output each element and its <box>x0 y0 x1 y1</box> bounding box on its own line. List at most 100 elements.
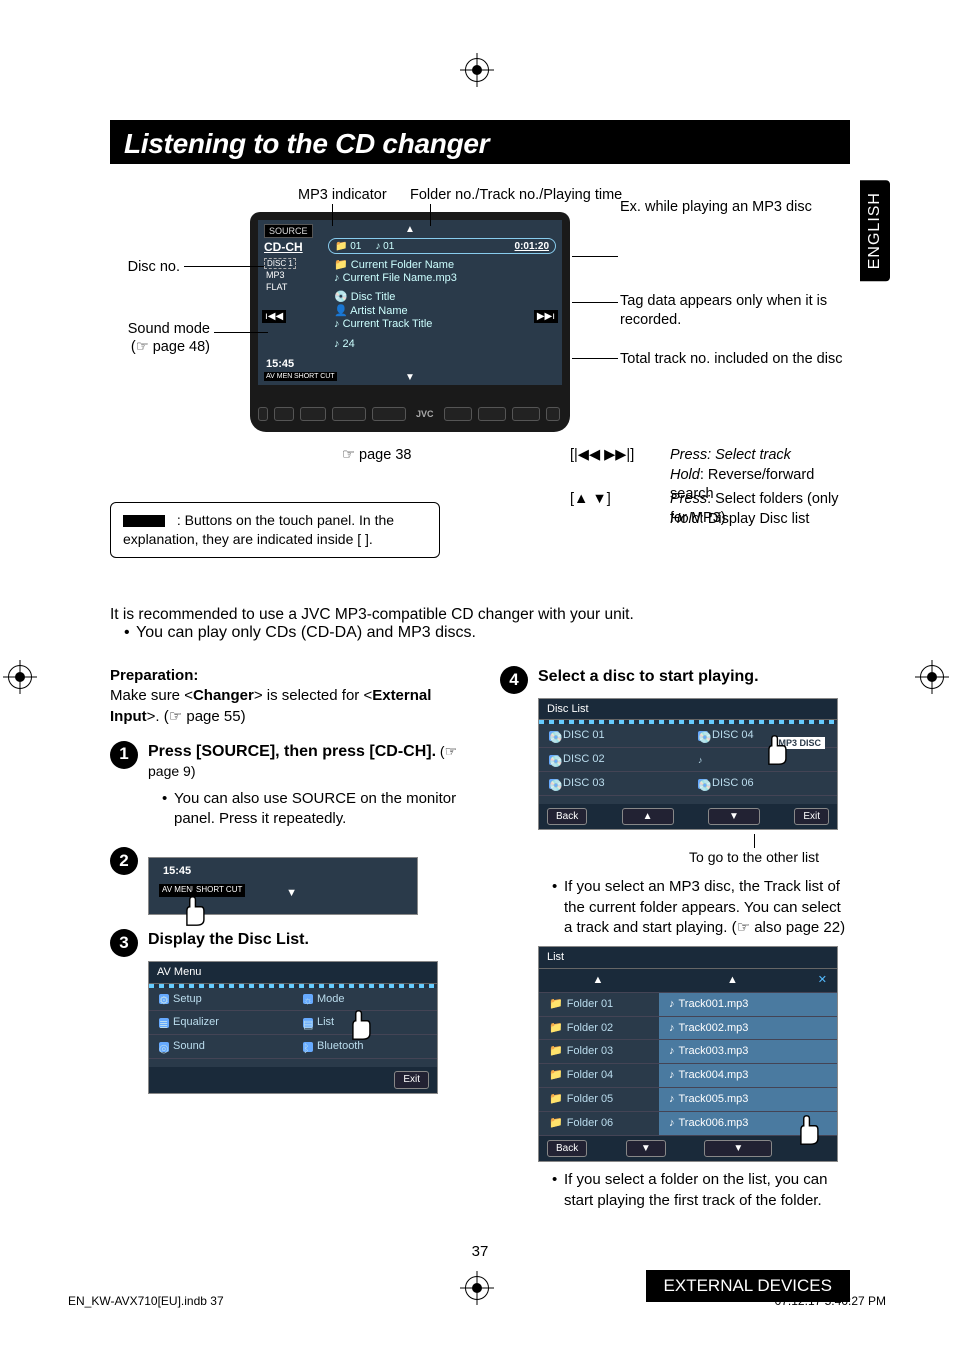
print-registration-mark <box>465 58 489 82</box>
track-number: ♪ 01 <box>375 241 394 252</box>
left-column: Preparation: Make sure <Changer> is sele… <box>110 652 460 1215</box>
shortcut-button[interactable]: SHORT CUT <box>292 372 337 381</box>
track-list-header: List <box>539 947 837 969</box>
disc-icon: 💿 <box>549 731 559 741</box>
scroll-up-button[interactable]: ▲ <box>539 969 657 993</box>
play-time: 0:01:20 <box>515 241 549 252</box>
pointing-hand-icon <box>177 894 211 928</box>
page-title: Listening to the CD changer <box>124 128 836 160</box>
label-sound-mode-ref: (☞ page 48) <box>110 338 210 357</box>
step1-bullet: You can also use SOURCE on the monitor p… <box>162 789 460 830</box>
source-label: CD-CH <box>264 240 303 254</box>
menu-item-equalizer[interactable]: ≣Equalizer <box>149 1011 293 1035</box>
pointing-hand-icon <box>759 733 793 767</box>
updown-symbol: [▲ ▼] <box>570 490 611 509</box>
footer-file: EN_KW-AVX710[EU].indb 37 <box>68 1294 224 1308</box>
list-icon: ▤ <box>303 1018 313 1028</box>
page-content: Listening to the CD changer ENGLISH MP3 … <box>110 120 850 1302</box>
scroll-down-button[interactable]: ▼ <box>704 1140 772 1158</box>
disc-item[interactable]: 💿DISC 01 <box>539 724 688 748</box>
hw-button[interactable] <box>332 407 366 421</box>
folder-name-line: 📁 Current Folder Name <box>334 258 454 271</box>
leader-line <box>572 358 618 359</box>
hw-button[interactable] <box>478 407 506 421</box>
step-number: 3 <box>110 929 138 957</box>
step-4: 4 Select a disc to start playing. Disc L… <box>500 666 850 1215</box>
hw-button[interactable] <box>546 407 560 421</box>
scroll-down-button[interactable]: ▼ <box>708 808 760 826</box>
folder-item[interactable]: 📁 Folder 01 <box>539 993 659 1017</box>
down-arrow-icon[interactable]: ▼ <box>286 886 297 901</box>
prev-track-button[interactable]: ı◀◀ <box>262 310 286 323</box>
leader-line <box>754 834 755 848</box>
label-folder-track-time: Folder no./Track no./Playing time <box>410 186 622 205</box>
back-button[interactable]: Back <box>547 1140 587 1158</box>
exit-button[interactable]: Exit <box>794 808 829 826</box>
title-bar: Listening to the CD changer <box>110 120 850 164</box>
leader-line <box>572 302 618 303</box>
track-item[interactable]: ♪ Track004.mp3 <box>659 1064 837 1088</box>
label-page38: ☞ page 38 <box>342 446 411 465</box>
bluetooth-icon: ᛒ <box>303 1042 313 1052</box>
menu-item-sound[interactable]: ◎Sound <box>149 1035 293 1059</box>
scroll-up-button[interactable]: ▲ <box>657 969 808 993</box>
disc-icon: 💿 <box>698 731 708 741</box>
disc-list-header: Disc List <box>539 699 837 721</box>
brand-logo: JVC <box>416 409 434 419</box>
step3-title: Display the Disc List. <box>148 929 460 951</box>
label-ex-mp3: Ex. while playing an MP3 disc <box>620 198 812 217</box>
touch-panel-note: : Buttons on the touch panel. In the exp… <box>110 502 440 558</box>
back-button[interactable]: Back <box>547 808 587 826</box>
clock: 15:45 <box>266 358 294 370</box>
hw-button[interactable] <box>372 407 406 421</box>
playback-info-bar: 📁 01 ♪ 01 0:01:20 <box>328 238 556 254</box>
next-track-button[interactable]: ▶▶ı <box>534 310 558 323</box>
preparation-heading: Preparation: <box>110 666 460 686</box>
av-menu-screenshot: AV Menu ⚙Setup ☼Mode ≣Equalizer ▤List ◎S… <box>148 961 438 1094</box>
track-item[interactable]: ♪ Track005.mp3 <box>659 1088 837 1112</box>
folder-item[interactable]: 📁 Folder 04 <box>539 1064 659 1088</box>
track-item[interactable]: ♪ Track002.mp3 <box>659 1017 837 1041</box>
folder-item[interactable]: 📁 Folder 02 <box>539 1017 659 1041</box>
hw-button[interactable] <box>300 407 326 421</box>
hw-button[interactable] <box>512 407 540 421</box>
disc-item[interactable]: 💿DISC 03 <box>539 772 688 796</box>
step-number: 4 <box>500 666 528 694</box>
device-screenshot: SOURCE ▲ CD-CH 📁 01 ♪ 01 0:01:20 DISC 1 … <box>250 212 570 432</box>
step4-title: Select a disc to start playing. <box>538 666 850 688</box>
hw-button[interactable] <box>444 407 472 421</box>
disc-icon: 💿 <box>549 779 559 789</box>
hw-button[interactable] <box>274 407 294 421</box>
track-item[interactable]: ♪ Track003.mp3 <box>659 1040 837 1064</box>
disc-item[interactable]: 💿DISC 02 <box>539 748 688 772</box>
scroll-up-button[interactable]: ▲ <box>622 808 674 826</box>
track-title-line: ♪ Current Track Title <box>334 318 432 330</box>
disc-icon: 💿 <box>698 779 708 789</box>
swatch-icon <box>123 515 165 527</box>
label-sound-mode: Sound mode <box>110 320 210 339</box>
step-3: 3 Display the Disc List. AV Menu ⚙Setup … <box>110 929 460 1093</box>
folder-item[interactable]: 📁 Folder 03 <box>539 1040 659 1064</box>
file-name-line: ♪ Current File Name.mp3 <box>334 272 457 284</box>
up-arrow-icon[interactable]: ▲ <box>405 224 415 235</box>
disc-item[interactable]: 💿DISC 06 <box>688 772 837 796</box>
device-screen: SOURCE ▲ CD-CH 📁 01 ♪ 01 0:01:20 DISC 1 … <box>258 220 562 385</box>
step-2: 2 15:45 AV MENU SHORT CUT ▼ <box>110 847 460 915</box>
updown-hold: Hold: Display Disc list <box>670 510 809 529</box>
folder-item[interactable]: 📁 Folder 05 <box>539 1088 659 1112</box>
print-registration-mark <box>8 665 32 689</box>
down-arrow-icon[interactable]: ▼ <box>405 372 415 383</box>
menu-item-setup[interactable]: ⚙Setup <box>149 988 293 1012</box>
other-list-label: To go to the other list <box>689 849 819 865</box>
hw-button[interactable] <box>258 407 268 421</box>
track-item[interactable]: ♪ Track001.mp3 <box>659 993 837 1017</box>
disc-icon: 💿 <box>549 755 559 765</box>
scroll-down-button[interactable]: ▼ <box>626 1140 666 1158</box>
prev-next-symbol: [|◀◀ ▶▶|] <box>570 446 634 465</box>
mode-icon: ☼ <box>303 994 313 1004</box>
close-button[interactable]: ✕ <box>808 969 837 993</box>
folder-item[interactable]: 📁 Folder 06 <box>539 1112 659 1136</box>
page-number: 37 <box>110 1243 850 1260</box>
exit-button[interactable]: Exit <box>394 1071 429 1089</box>
source-button[interactable]: SOURCE <box>264 224 313 238</box>
